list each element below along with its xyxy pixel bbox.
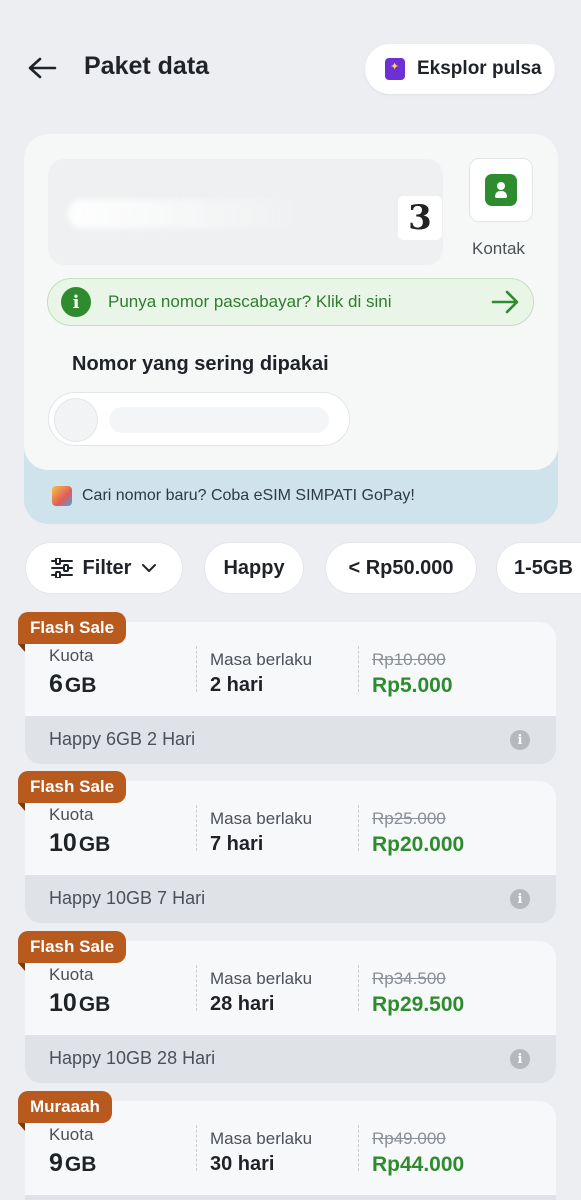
info-icon[interactable]: i	[510, 730, 530, 750]
validity-value: 2 hari	[210, 674, 264, 696]
validity-label: Masa berlaku	[210, 809, 313, 828]
app-header: Paket data Eksplor pulsa	[0, 0, 581, 130]
new-price: Rp44.000	[372, 1153, 465, 1176]
old-price: Rp10.000	[372, 650, 446, 669]
contact-label: Kontak	[472, 239, 525, 258]
sliders-icon	[50, 558, 73, 578]
postpaid-banner[interactable]: i Punya nomor pascabayar? Klik di sini	[47, 278, 534, 326]
divider	[196, 805, 197, 851]
validity-label: Masa berlaku	[210, 650, 313, 669]
page-title: Paket data	[84, 52, 210, 80]
quota-label: Kuota	[49, 646, 94, 665]
quota-label: Kuota	[49, 965, 94, 984]
package-card[interactable]: Kuota 6GB Masa berlaku 2 hari Rp10.000 R…	[18, 612, 556, 764]
chip-happy[interactable]: Happy	[204, 542, 304, 594]
number-section: 3 Kontak i Punya nomor pascabayar? Klik …	[24, 134, 558, 524]
quota-label: Kuota	[49, 1125, 94, 1144]
package-name: Happy 6GB 2 Hari	[49, 729, 196, 749]
postpaid-text: Punya nomor pascabayar? Klik di sini	[108, 292, 392, 311]
info-icon[interactable]: i	[510, 1049, 530, 1069]
frequent-number-redacted	[109, 407, 329, 433]
chip-price[interactable]: < Rp50.000	[325, 542, 477, 594]
new-price: Rp5.000	[372, 674, 453, 697]
validity-label: Masa berlaku	[210, 1129, 313, 1148]
validity-label: Masa berlaku	[210, 969, 313, 988]
info-icon: i	[61, 287, 91, 317]
pulsa-sparkle-icon	[385, 58, 405, 80]
promo-badge: Flash Sale	[18, 771, 127, 811]
esim-promo-text: Cari nomor baru? Coba eSIM SIMPATI GoPay…	[82, 487, 415, 504]
new-price: Rp29.500	[372, 993, 465, 1016]
promo-badge: Flash Sale	[18, 931, 127, 971]
info-icon[interactable]: i	[510, 889, 530, 909]
package-name: Happy 10GB 28 Hari	[49, 1048, 216, 1068]
package-card[interactable]: Kuota 10GB Masa berlaku 7 hari Rp25.000 …	[18, 771, 556, 923]
divider	[358, 1125, 359, 1171]
divider	[358, 805, 359, 851]
quota-value: 6GB	[49, 670, 97, 698]
explore-pulsa-label: Eksplor pulsa	[417, 58, 542, 79]
filter-bar: Filter Happy < Rp50.000 1-5GB	[0, 542, 581, 596]
back-button[interactable]	[24, 50, 60, 86]
operator-logo: 3	[398, 196, 442, 240]
phone-number-redacted	[68, 199, 298, 229]
chevron-down-icon	[142, 564, 157, 572]
number-card: 3 Kontak i Punya nomor pascabayar? Klik …	[24, 134, 558, 470]
frequent-number-chip[interactable]	[48, 392, 350, 446]
validity-value: 30 hari	[210, 1153, 275, 1175]
chip-quota[interactable]: 1-5GB	[496, 542, 581, 594]
explore-pulsa-button[interactable]: Eksplor pulsa	[365, 44, 555, 94]
filter-button[interactable]: Filter	[25, 542, 183, 594]
new-price: Rp20.000	[372, 833, 465, 856]
package-card[interactable]: Kuota 10GB Masa berlaku 28 hari Rp34.500…	[18, 931, 556, 1083]
esim-promo[interactable]: Cari nomor baru? Coba eSIM SIMPATI GoPay…	[52, 486, 415, 506]
validity-value: 7 hari	[210, 833, 264, 855]
contact-icon	[485, 174, 517, 206]
quota-value: 10GB	[49, 989, 111, 1017]
divider	[196, 646, 197, 692]
divider	[358, 965, 359, 1011]
divider	[196, 965, 197, 1011]
validity-value: 28 hari	[210, 993, 275, 1015]
old-price: Rp34.500	[372, 969, 446, 988]
divider	[196, 1125, 197, 1171]
arrow-right-icon	[491, 290, 519, 314]
contact-button[interactable]	[469, 158, 533, 222]
quota-label: Kuota	[49, 805, 94, 824]
promo-badge: Muraaah	[18, 1091, 112, 1131]
phone-number-input[interactable]: 3	[48, 159, 443, 265]
filter-label: Filter	[82, 556, 132, 579]
package-name: Happy 10GB 7 Hari	[49, 888, 206, 908]
quota-value: 9GB	[49, 1149, 97, 1177]
package-card[interactable]: Kuota 9GB Masa berlaku 30 hari Rp49.000 …	[18, 1091, 556, 1200]
old-price: Rp25.000	[372, 809, 446, 828]
sim-card-icon	[52, 486, 72, 506]
old-price: Rp49.000	[372, 1129, 446, 1148]
divider	[358, 646, 359, 692]
quota-value: 10GB	[49, 829, 111, 857]
frequent-numbers-heading: Nomor yang sering dipakai	[72, 353, 329, 375]
promo-badge: Flash Sale	[18, 612, 127, 652]
avatar	[54, 398, 98, 442]
arrow-left-icon	[28, 57, 57, 79]
